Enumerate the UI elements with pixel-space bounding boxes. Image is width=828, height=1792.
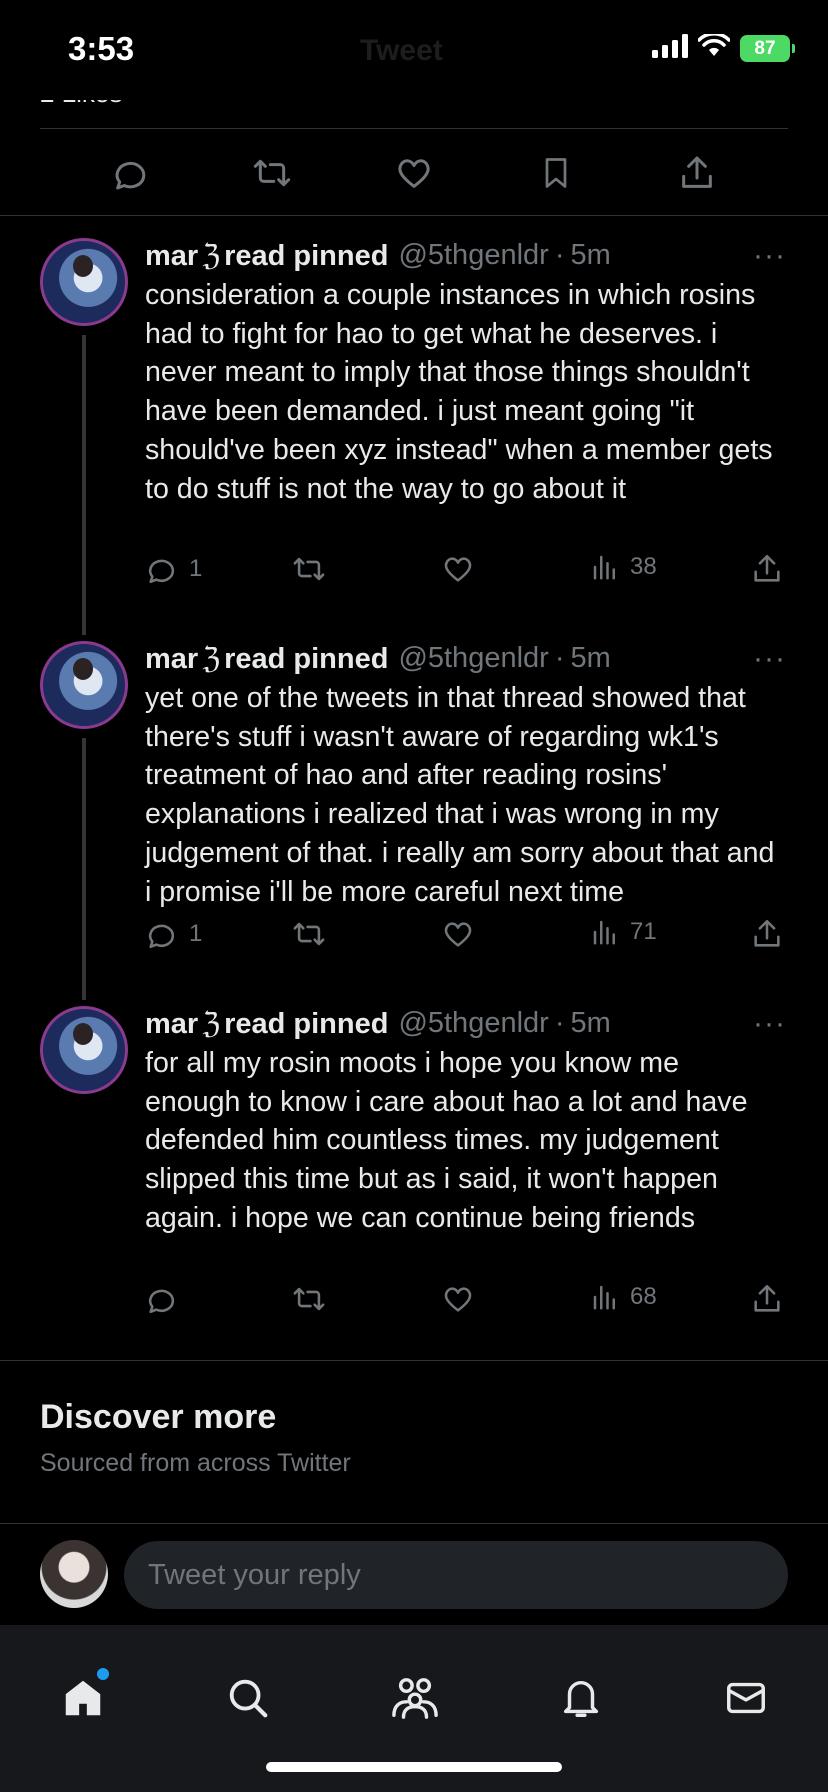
- retweet-button[interactable]: [291, 1282, 327, 1316]
- reply-button[interactable]: 1: [145, 917, 202, 951]
- display-name[interactable]: mar ℨread pinned: [145, 238, 388, 273]
- separator-dot: ·: [554, 641, 565, 674]
- avatar[interactable]: [40, 641, 128, 729]
- divider: [0, 1360, 828, 1361]
- tweet-text: consideration a couple instances in whic…: [145, 279, 773, 505]
- retweet-button[interactable]: [291, 552, 327, 586]
- tweet-header: mar ℨread pinned @5thgenldr · 5m: [145, 235, 776, 275]
- thread-line: [82, 335, 86, 635]
- search-icon[interactable]: [220, 1670, 276, 1726]
- signal-icon: [652, 34, 688, 63]
- status-icons: 87: [652, 32, 795, 63]
- discover-more-subtitle: Sourced from across Twitter: [40, 1449, 351, 1477]
- views-button[interactable]: 38: [590, 552, 657, 582]
- tweet-text: yet one of the tweets in that thread sho…: [145, 682, 775, 908]
- name-ornament: ℨ: [202, 640, 221, 675]
- timestamp: 5m: [570, 238, 611, 271]
- more-options-icon[interactable]: ···: [753, 642, 786, 676]
- more-options-icon[interactable]: ···: [753, 239, 786, 273]
- retweet-icon[interactable]: [250, 151, 294, 195]
- retweet-button[interactable]: [291, 917, 327, 951]
- timestamp: 5m: [570, 1006, 611, 1039]
- reply-input[interactable]: [124, 1541, 788, 1609]
- timestamp: 5m: [570, 641, 611, 674]
- like-icon[interactable]: [392, 151, 436, 195]
- tweet-header: mar ℨread pinned @5thgenldr · 5m: [145, 638, 776, 678]
- reply-count: 1: [189, 920, 203, 947]
- view-count: 38: [630, 553, 657, 580]
- name-ornament: ℨ: [202, 237, 221, 272]
- new-content-dot: [97, 1668, 109, 1680]
- retweet-icon: [293, 1287, 325, 1311]
- like-button[interactable]: [441, 552, 475, 586]
- share-icon: [754, 1284, 780, 1312]
- separator-dot: ·: [554, 1006, 565, 1039]
- tweet-header: mar ℨread pinned @5thgenldr · 5m: [145, 1003, 776, 1043]
- home-icon[interactable]: [55, 1668, 111, 1726]
- home-indicator[interactable]: [266, 1762, 562, 1772]
- tweet-actions: 1 71: [145, 917, 788, 957]
- views-button[interactable]: 71: [590, 917, 657, 947]
- separator-dot: ·: [554, 238, 565, 271]
- share-icon: [754, 919, 780, 947]
- display-name[interactable]: mar ℨread pinned: [145, 1006, 388, 1041]
- views-button[interactable]: 68: [590, 1282, 657, 1312]
- battery-icon: 87: [740, 35, 795, 62]
- reply-button[interactable]: [145, 1282, 189, 1316]
- reply-icon: [148, 559, 175, 584]
- like-button[interactable]: [441, 1282, 475, 1316]
- more-options-icon[interactable]: ···: [753, 1007, 786, 1041]
- header-title-ghost: Tweet: [360, 34, 443, 67]
- like-button[interactable]: [441, 917, 475, 951]
- reply-count: 1: [189, 555, 203, 582]
- view-count: 68: [630, 1283, 657, 1310]
- communities-icon[interactable]: [387, 1670, 443, 1726]
- tweet-text: for all my rosin moots i hope you know m…: [145, 1047, 748, 1234]
- avatar[interactable]: [40, 1006, 128, 1094]
- retweet-icon: [293, 557, 325, 581]
- view-count: 71: [630, 918, 657, 945]
- like-icon: [444, 1287, 472, 1312]
- tweet-actions: 68: [145, 1282, 788, 1322]
- bookmark-icon[interactable]: [534, 151, 578, 195]
- like-icon: [444, 922, 472, 947]
- thread-line: [82, 738, 86, 1000]
- reply-bar: [0, 1523, 828, 1625]
- discover-more-title: Discover more: [40, 1398, 277, 1436]
- tweet-actions: 1 38: [145, 552, 788, 592]
- display-name[interactable]: mar ℨread pinned: [145, 641, 388, 676]
- share-button[interactable]: [750, 917, 784, 951]
- views-icon: [593, 555, 615, 580]
- handle[interactable]: @5thgenldr: [398, 642, 548, 675]
- handle[interactable]: @5thgenldr: [398, 1007, 548, 1040]
- views-icon: [593, 1285, 615, 1310]
- notifications-icon[interactable]: [553, 1670, 609, 1726]
- reply-icon[interactable]: [109, 151, 153, 195]
- main-tweet-actions: [40, 128, 788, 216]
- reply-icon: [148, 924, 175, 949]
- messages-icon[interactable]: [718, 1670, 774, 1726]
- my-avatar[interactable]: [40, 1540, 108, 1608]
- divider: [0, 215, 828, 216]
- reply-icon: [148, 1289, 175, 1314]
- name-ornament: ℨ: [202, 1005, 221, 1040]
- like-icon: [444, 557, 472, 582]
- avatar[interactable]: [40, 238, 128, 326]
- share-icon[interactable]: [675, 151, 719, 195]
- share-button[interactable]: [750, 1282, 784, 1316]
- handle[interactable]: @5thgenldr: [398, 239, 548, 272]
- wifi-icon: [697, 32, 731, 63]
- retweet-icon: [293, 922, 325, 946]
- status-time: 3:53: [68, 30, 135, 67]
- battery-level: 87: [754, 37, 776, 59]
- share-icon: [754, 554, 780, 582]
- share-button[interactable]: [750, 552, 784, 586]
- reply-button[interactable]: 1: [145, 552, 202, 586]
- views-icon: [593, 920, 615, 945]
- status-bar: Tweet 3:53 87: [0, 0, 828, 100]
